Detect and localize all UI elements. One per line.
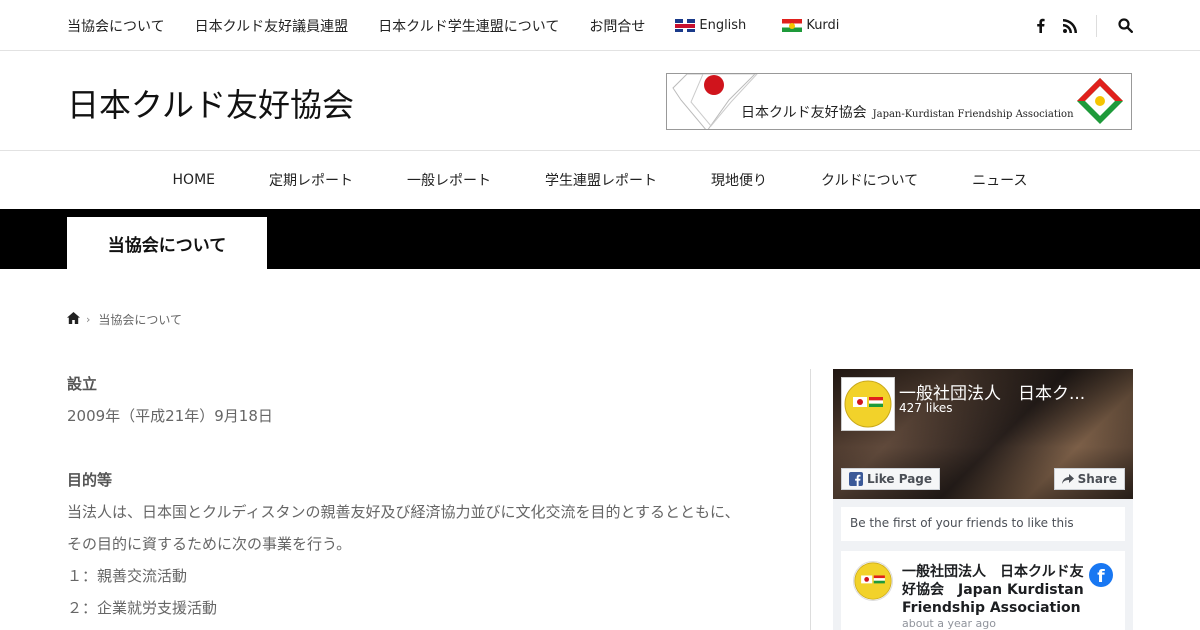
home-icon[interactable] [67,312,80,327]
association-logo-icon [844,380,892,428]
site-title[interactable]: 日本クルド友好協会 [67,80,354,126]
breadcrumb: › 当協会について [67,311,182,328]
language-english-label: English [699,18,747,33]
language-kurdi-label: Kurdi [806,18,840,33]
article-content: 設立 2009年（平成21年）9月18日 目的等 当法人は、日本国とクルディスタ… [67,368,787,624]
rss-icon[interactable] [1062,18,1078,34]
activity-item-2: ２：企業就労支援活動 [67,599,218,617]
share-label: Share [1077,472,1117,486]
topnav-contact[interactable]: お問合せ [589,16,645,36]
purpose-text-1: 当法人は、日本国とクルディスタンの親善友好及び経済協力並びに文化交流を目的とする… [67,503,740,521]
top-bar: 当協会について 日本クルド友好議員連盟 日本クルド学生連盟について お問合せ E… [0,0,1200,51]
top-nav: 当協会について 日本クルド友好議員連盟 日本クルド学生連盟について お問合せ E… [67,0,875,51]
main-nav: HOME 定期レポート 一般レポート 学生連盟レポート 現地便り クルドについて… [0,150,1200,209]
topnav-student-league[interactable]: 日本クルド学生連盟について [378,16,559,36]
content-sidebar-divider [810,369,811,630]
facebook-post-avatar[interactable] [853,561,893,601]
facebook-share-button[interactable]: Share [1053,468,1125,490]
nav-about-kurd[interactable]: クルドについて [821,170,918,190]
kurdistan-flag-emblem-icon [1077,78,1123,124]
facebook-small-icon [849,472,863,486]
section-heading-purpose: 目的等 [67,471,113,489]
facebook-likes-count: 427 likes [899,401,953,415]
facebook-post-time[interactable]: about a year ago [902,617,996,630]
banner-text: 日本クルド友好協会 Japan-Kurdistan Friendship Asso… [741,102,1074,122]
uk-flag-icon [675,19,696,32]
page-title-tab: 当協会について [67,217,267,269]
nav-general-report[interactable]: 一般レポート [407,170,491,190]
header-banner[interactable]: 日本クルド友好協会 Japan-Kurdistan Friendship Asso… [666,73,1132,130]
facebook-logo-icon[interactable]: f [1089,563,1113,587]
facebook-friends-text: Be the first of your friends to like thi… [841,507,1125,541]
chevron-right-icon: › [86,313,91,326]
kurdistan-flag-icon [782,19,803,32]
association-logo-icon [854,562,892,600]
facebook-page-avatar[interactable] [841,377,895,431]
facebook-page-widget: 一般社団法人 日本ク... 427 likes Like Page Share … [833,369,1133,630]
facebook-icon[interactable] [1032,18,1048,34]
founded-date: 2009年（平成21年）9月18日 [67,407,273,425]
purpose-text-2: その目的に資するために次の事業を行う。 [67,535,352,553]
banner-en: Japan-Kurdistan Friendship Association [872,109,1074,120]
like-page-label: Like Page [867,472,933,486]
page-title-band: 当協会について [0,209,1200,269]
nav-local-news[interactable]: 現地便り [711,170,767,190]
nav-news[interactable]: ニュース [972,170,1027,190]
section-heading-founded: 設立 [67,375,98,393]
nav-student-report[interactable]: 学生連盟レポート [545,170,657,190]
facebook-post[interactable]: 一般社団法人 日本クルド友好協会 Japan Kurdistan Friends… [841,551,1125,630]
banner-jp: 日本クルド友好協会 [741,105,867,121]
nav-regular-report[interactable]: 定期レポート [269,170,353,190]
topnav-about[interactable]: 当協会について [67,16,165,36]
search-icon[interactable] [1117,18,1133,34]
language-kurdi[interactable]: Kurdi [782,18,839,33]
nav-home[interactable]: HOME [173,172,215,188]
facebook-post-author[interactable]: 一般社団法人 日本クルド友好協会 Japan Kurdistan Friends… [902,563,1092,617]
top-icons [1018,0,1133,51]
topnav-parliament-league[interactable]: 日本クルド友好議員連盟 [195,16,349,36]
share-arrow-icon [1061,474,1074,484]
top-icons-divider [1096,14,1097,37]
activity-item-1: １：親善交流活動 [67,567,188,585]
language-english[interactable]: English [675,18,746,33]
facebook-like-page-button[interactable]: Like Page [841,468,941,490]
breadcrumb-current: 当協会について [98,313,183,327]
